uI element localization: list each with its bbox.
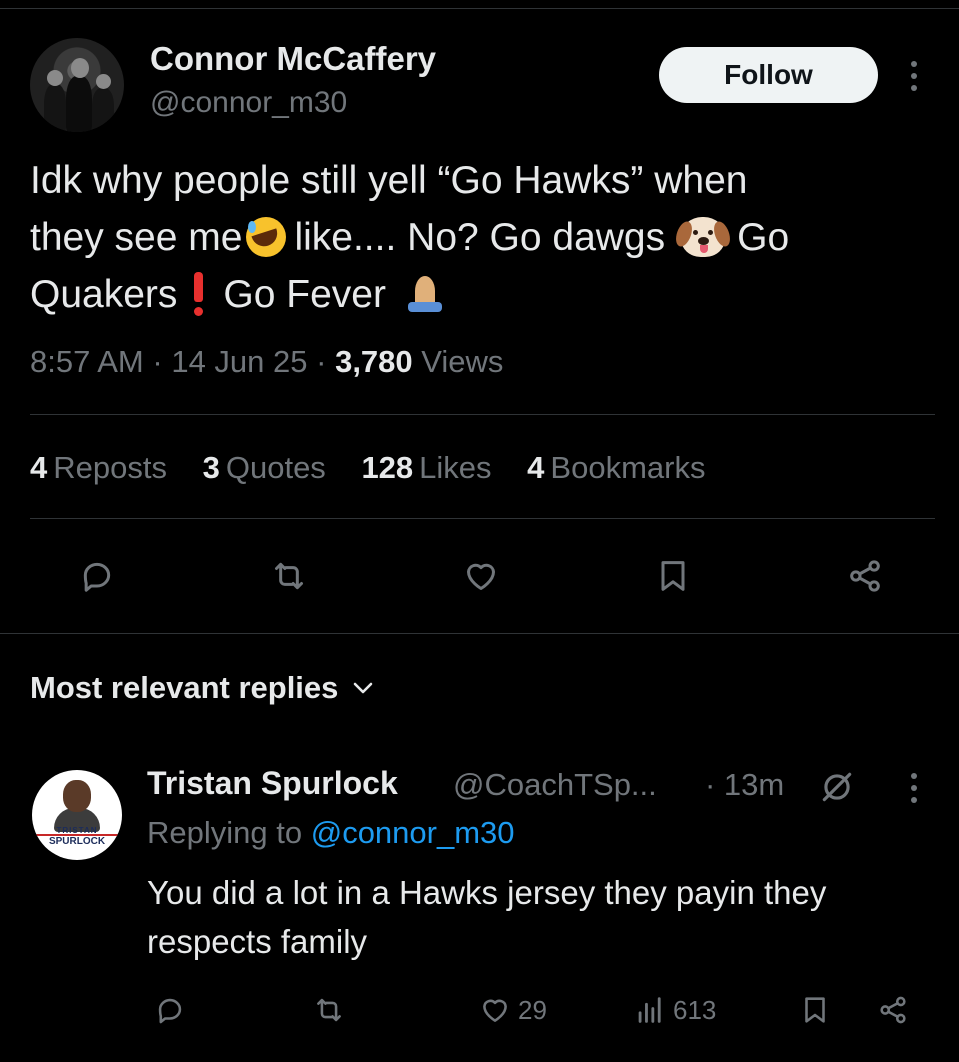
tweet-text-segment: like.... No? Go dawgs bbox=[294, 216, 666, 259]
reply-repost-button[interactable] bbox=[312, 993, 346, 1027]
reply-author-avatar[interactable]: TRISTAN SPURLOCK bbox=[32, 770, 122, 860]
engagement-stats: 4 Reposts 3 Quotes 128 Likes 4 Bookmarks bbox=[30, 450, 732, 486]
author-avatar[interactable] bbox=[30, 38, 124, 132]
grok-icon[interactable] bbox=[818, 768, 856, 806]
reply-share-button[interactable] bbox=[876, 993, 910, 1027]
chevron-down-icon bbox=[354, 682, 373, 694]
section-divider bbox=[0, 633, 959, 634]
stat-reposts[interactable]: 4 Reposts bbox=[30, 450, 167, 486]
reply-view-count: 613 bbox=[673, 994, 717, 1025]
replies-sort-label: Most relevant replies bbox=[30, 670, 339, 705]
tweet-text-line: Quakers Go Fever bbox=[30, 266, 930, 323]
repost-icon bbox=[317, 998, 341, 1022]
avatar-logo-text: SPURLOCK bbox=[34, 834, 120, 847]
tweet-text: Idk why people still yell “Go Hawks” whe… bbox=[30, 152, 930, 323]
dog-face-emoji-icon bbox=[673, 216, 734, 257]
analytics-icon bbox=[638, 997, 661, 1023]
reply-time[interactable]: · 13m bbox=[705, 767, 784, 803]
tweet-text-segment: Idk why people still yell “Go Hawks” whe… bbox=[30, 159, 748, 202]
divider bbox=[30, 414, 935, 415]
views-count: 3,780 bbox=[335, 344, 413, 379]
like-icon[interactable] bbox=[461, 556, 501, 596]
reply-bookmark-button[interactable] bbox=[798, 993, 832, 1027]
tweet-text-line: they see me like.... No? Go dawgs Go bbox=[30, 209, 930, 266]
like-icon bbox=[483, 999, 507, 1022]
tweet-time[interactable]: 8:57 AM bbox=[30, 344, 144, 379]
replying-to: Replying to @connor_m30 bbox=[147, 815, 515, 851]
reply-more-options-icon[interactable] bbox=[904, 773, 924, 803]
reply-views-button[interactable]: 613 bbox=[633, 993, 716, 1027]
reply-like-button[interactable]: 29 bbox=[478, 993, 547, 1027]
repost-icon[interactable] bbox=[269, 556, 309, 596]
tweet-text-segment: Quakers bbox=[30, 273, 178, 316]
top-divider bbox=[0, 8, 959, 9]
bookmark-icon bbox=[805, 997, 825, 1023]
reply-reply-button[interactable] bbox=[153, 993, 187, 1027]
tweet-text-line: Idk why people still yell “Go Hawks” whe… bbox=[30, 152, 930, 209]
share-icon bbox=[880, 996, 906, 1024]
reply-author-name[interactable]: Tristan Spurlock bbox=[147, 765, 398, 802]
tweet-date[interactable]: 14 Jun 25 bbox=[171, 344, 307, 379]
reply-author-handle[interactable]: @CoachTSp... bbox=[453, 767, 657, 803]
reply-icon bbox=[158, 998, 182, 1024]
author-name[interactable]: Connor McCaffery bbox=[150, 40, 436, 78]
stat-quotes[interactable]: 3 Quotes bbox=[203, 450, 326, 486]
stat-bookmarks[interactable]: 4 Bookmarks bbox=[527, 450, 705, 486]
reply-text: You did a lot in a Hawks jersey they pay… bbox=[147, 874, 827, 960]
author-handle[interactable]: @connor_m30 bbox=[150, 86, 347, 120]
replying-prefix: Replying to bbox=[147, 815, 303, 850]
reply-icon[interactable] bbox=[77, 556, 117, 596]
exclamation-emoji-icon bbox=[191, 271, 205, 316]
stat-likes[interactable]: 128 Likes bbox=[361, 450, 491, 486]
tweet-text-segment: Go Fever bbox=[223, 273, 386, 316]
divider bbox=[30, 518, 935, 519]
views-label: Views bbox=[421, 344, 504, 379]
rolling-laughing-emoji-icon bbox=[246, 216, 287, 257]
separator-dot: · bbox=[316, 344, 327, 379]
folded-hands-emoji-icon bbox=[406, 274, 444, 314]
follow-button[interactable]: Follow bbox=[659, 47, 878, 103]
reply-like-count: 29 bbox=[518, 994, 547, 1025]
tweet-meta: 8:57 AM · 14 Jun 25 · 3,780 Views bbox=[30, 344, 503, 380]
more-options-icon[interactable] bbox=[904, 61, 924, 91]
tweet-text-segment: they see me bbox=[30, 216, 243, 259]
replies-sort-dropdown[interactable]: Most relevant replies bbox=[30, 670, 374, 706]
tweet-text-segment: Go bbox=[737, 216, 790, 259]
separator-dot: · bbox=[152, 344, 163, 379]
replying-to-mention[interactable]: @connor_m30 bbox=[311, 815, 515, 850]
bookmark-icon[interactable] bbox=[653, 556, 693, 596]
share-icon[interactable] bbox=[845, 556, 885, 596]
